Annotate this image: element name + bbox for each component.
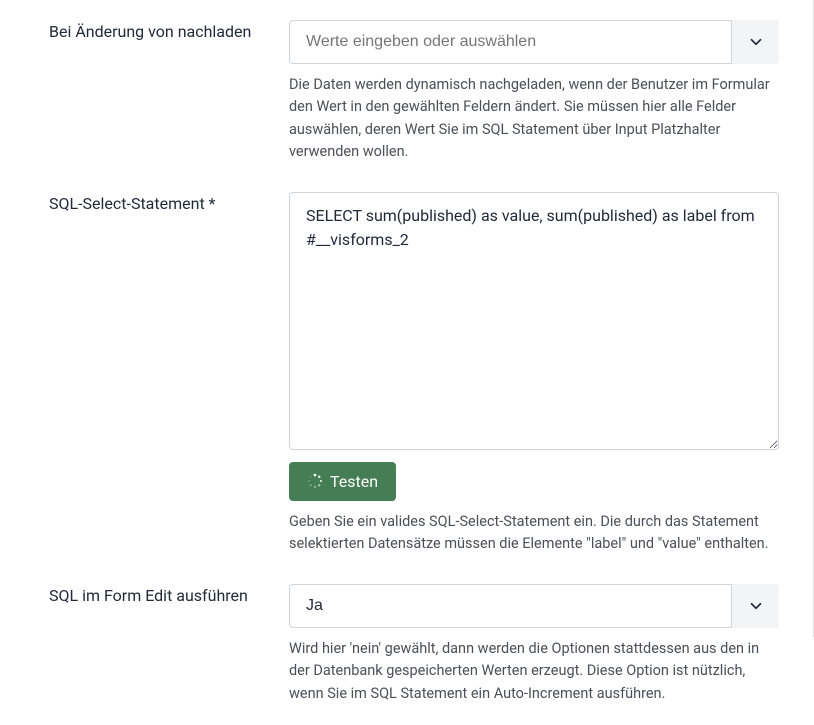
reload-select-wrapper bbox=[289, 20, 779, 64]
input-col: Wird hier 'nein' gewählt, dann werden di… bbox=[289, 584, 779, 705]
formedit-label: SQL im Form Edit ausführen bbox=[49, 586, 248, 605]
form-container: Bei Änderung von nachladen Die Daten wer… bbox=[0, 0, 814, 725]
form-row-formedit: SQL im Form Edit ausführen Wird hier 'ne… bbox=[49, 584, 779, 705]
formedit-help: Wird hier 'nein' gewählt, dann werden di… bbox=[289, 638, 779, 705]
spinner-icon bbox=[307, 473, 323, 489]
sql-textarea[interactable] bbox=[289, 192, 779, 450]
test-button-label: Testen bbox=[330, 472, 378, 491]
sql-help: Geben Sie ein valides SQL-Select-Stateme… bbox=[289, 511, 779, 556]
form-row-sql: SQL-Select-Statement * T bbox=[49, 192, 779, 556]
label-col: SQL im Form Edit ausführen bbox=[49, 584, 289, 705]
formedit-select[interactable] bbox=[289, 584, 779, 628]
form-row-reload: Bei Änderung von nachladen Die Daten wer… bbox=[49, 20, 779, 164]
input-col: Die Daten werden dynamisch nachgeladen, … bbox=[289, 20, 779, 164]
reload-select[interactable] bbox=[289, 20, 779, 64]
sql-label: SQL-Select-Statement * bbox=[49, 194, 216, 213]
input-col: Testen Geben Sie ein valides SQL-Select-… bbox=[289, 192, 779, 556]
label-col: SQL-Select-Statement * bbox=[49, 192, 289, 556]
label-col: Bei Änderung von nachladen bbox=[49, 20, 289, 164]
reload-label: Bei Änderung von nachladen bbox=[49, 22, 251, 41]
test-button[interactable]: Testen bbox=[289, 462, 396, 501]
reload-help: Die Daten werden dynamisch nachgeladen, … bbox=[289, 74, 779, 164]
formedit-select-wrapper bbox=[289, 584, 779, 628]
